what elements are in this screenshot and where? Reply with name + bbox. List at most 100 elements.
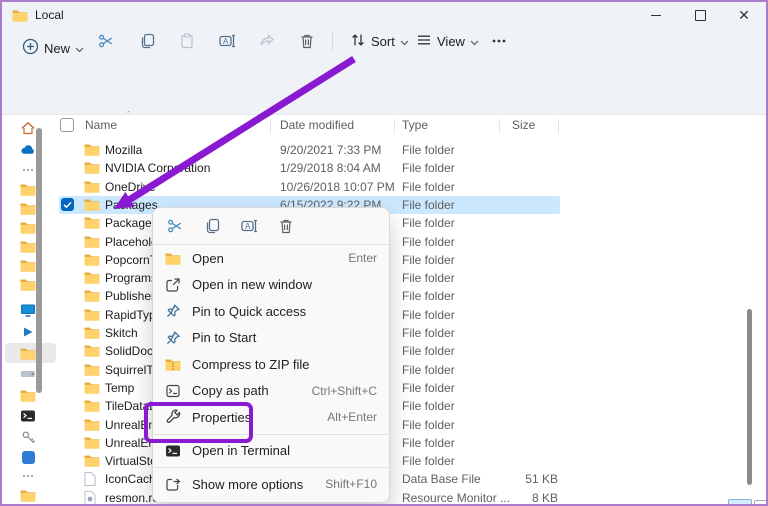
sort-ascending-caret-icon: ˆ <box>127 110 130 120</box>
svg-text:A: A <box>223 37 229 46</box>
column-header-type[interactable]: Type <box>402 118 428 132</box>
menu-item-open[interactable]: OpenEnter <box>153 245 389 272</box>
folder-icon <box>12 9 28 22</box>
folder-icon <box>84 271 100 289</box>
rename-button[interactable]: A <box>212 26 242 56</box>
view-button-label: View <box>437 34 465 49</box>
menu-item-label: Open <box>192 251 224 266</box>
file-name[interactable]: Temp <box>105 379 134 397</box>
sidebar-item-folder-icon[interactable] <box>19 257 37 273</box>
pin-icon <box>165 303 181 319</box>
new-button[interactable]: New <box>16 34 90 62</box>
delete-button[interactable] <box>292 26 322 56</box>
menu-item-label: Open in Terminal <box>192 443 290 458</box>
rename-icon[interactable]: A <box>239 216 259 236</box>
menu-item-open-in-new-window[interactable]: Open in new window <box>153 272 389 299</box>
table-row[interactable]: NVIDIA Corporation1/29/2018 8:04 AMFile … <box>59 159 749 177</box>
compress-zip-icon <box>165 356 181 372</box>
menu-item-copy-as-path[interactable]: Copy as pathCtrl+Shift+C <box>153 378 389 405</box>
table-row[interactable]: OneDrive10/26/2018 10:07 PMFile folder <box>59 178 749 196</box>
sidebar-item-terminal-icon[interactable] <box>19 408 37 424</box>
file-type: File folder <box>402 397 455 415</box>
file-type: File folder <box>402 214 455 232</box>
address-row: › Pankil Shah › AppData › Local <box>2 68 766 114</box>
file-name[interactable]: Mozilla <box>105 141 142 159</box>
file-name[interactable]: Packages <box>105 196 158 214</box>
context-menu-quick-actions: A <box>153 208 389 245</box>
copy-icon[interactable] <box>202 216 222 236</box>
sidebar-item-folder-icon[interactable] <box>19 200 37 216</box>
sidebar-item-folder-icon[interactable] <box>19 487 37 503</box>
sidebar-item-app-icon[interactable] <box>19 449 37 465</box>
file-type: File folder <box>402 178 455 196</box>
menu-item-pin-to-quick-access[interactable]: Pin to Quick access <box>153 298 389 325</box>
file-type: Data Base File <box>402 470 481 488</box>
folder-icon <box>84 143 100 161</box>
folder-open-icon <box>165 250 181 266</box>
file-type: File folder <box>402 196 455 214</box>
view-button[interactable]: View <box>410 26 485 56</box>
show-more-icon <box>165 476 181 492</box>
sidebar-item-onedrive-cloud-icon[interactable] <box>19 141 37 157</box>
file-type: File folder <box>402 141 455 159</box>
sidebar-item-ellipsis-icon[interactable] <box>19 162 37 178</box>
file-type: File folder <box>402 324 455 342</box>
sidebar-item-folder-icon[interactable] <box>19 181 37 197</box>
maximize-button[interactable] <box>678 2 722 28</box>
new-button-label: New <box>44 41 70 56</box>
menu-item-pin-to-start[interactable]: Pin to Start <box>153 325 389 352</box>
file-name[interactable]: NVIDIA Corporation <box>105 159 210 177</box>
delete-icon[interactable] <box>276 216 296 236</box>
chevron-down-icon <box>400 34 409 49</box>
menu-item-shortcut: Alt+Enter <box>327 410 377 424</box>
sidebar-item-ellipsis-icon[interactable] <box>19 468 37 484</box>
see-more-button[interactable] <box>484 26 514 56</box>
table-row[interactable]: Mozilla9/20/2021 7:33 PMFile folder <box>59 141 749 159</box>
sidebar-item-media-icon[interactable] <box>19 324 37 340</box>
menu-item-label: Pin to Start <box>192 330 256 345</box>
sidebar-item-key-icon[interactable] <box>19 429 37 445</box>
share-button[interactable] <box>252 26 282 56</box>
details-view-toggle[interactable] <box>728 499 752 506</box>
file-list-scrollbar[interactable] <box>747 309 752 485</box>
row-checkbox-checked[interactable] <box>61 198 74 216</box>
sidebar-item-folder-icon[interactable] <box>19 345 37 361</box>
large-icons-view-toggle[interactable] <box>754 500 768 506</box>
select-all-checkbox[interactable] <box>60 118 74 132</box>
sidebar-item-home-icon[interactable] <box>19 120 37 136</box>
folder-icon <box>84 253 100 271</box>
minimize-button[interactable] <box>634 2 678 28</box>
cut-icon[interactable] <box>165 216 185 236</box>
menu-item-show-more-options[interactable]: Show more optionsShift+F10 <box>153 471 389 498</box>
cut-button[interactable] <box>91 26 121 56</box>
paste-button[interactable] <box>172 26 202 56</box>
file-type: File folder <box>402 452 455 470</box>
close-button[interactable]: ✕ <box>722 2 766 28</box>
sidebar-item-this-pc-icon[interactable] <box>19 302 37 318</box>
sidebar-item-folder-icon[interactable] <box>19 387 37 403</box>
sidebar-item-folder-icon[interactable] <box>19 238 37 254</box>
view-list-icon <box>416 32 432 51</box>
navpane-scrollbar[interactable] <box>36 128 42 393</box>
file-name[interactable]: Programs <box>105 269 157 287</box>
menu-item-open-in-terminal[interactable]: Open in Terminal <box>153 438 389 465</box>
file-size: 8 KB <box>477 489 558 506</box>
menu-item-compress-to-zip-file[interactable]: Compress to ZIP file <box>153 351 389 378</box>
column-header-date[interactable]: Date modified <box>280 118 354 132</box>
sort-arrows-icon <box>350 32 366 51</box>
menu-item-properties[interactable]: PropertiesAlt+Enter <box>153 404 389 431</box>
sidebar-item-folder-icon[interactable] <box>19 219 37 235</box>
sidebar-item-folder-icon[interactable] <box>19 276 37 292</box>
terminal-icon <box>165 443 181 459</box>
file-type: File folder <box>402 379 455 397</box>
column-header-size[interactable]: Size <box>512 118 535 132</box>
sort-button[interactable]: Sort <box>344 26 415 56</box>
folder-icon <box>84 399 100 417</box>
copy-button[interactable] <box>132 26 162 56</box>
file-type: File folder <box>402 287 455 305</box>
file-name[interactable]: OneDrive <box>105 178 156 196</box>
file-name[interactable]: Skitch <box>105 324 138 342</box>
folder-icon <box>84 418 100 436</box>
sidebar-item-drive-icon[interactable] <box>19 366 37 382</box>
column-header-name[interactable]: Name <box>85 118 117 132</box>
